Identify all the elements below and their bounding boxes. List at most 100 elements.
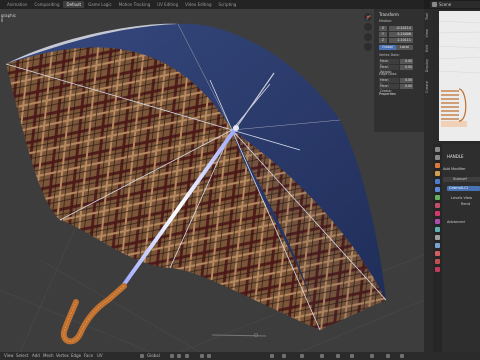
tab-edit[interactable]: Edit [425, 45, 432, 52]
properties-subpanel-header[interactable]: Properties [379, 92, 396, 96]
axis-z-label: Z [379, 38, 387, 43]
axis-x-value[interactable]: -0.24114 [389, 26, 413, 31]
menu-edge[interactable]: Edge [71, 352, 81, 360]
material-shading-icon[interactable] [320, 354, 324, 358]
modifiers-tab-icon[interactable] [435, 187, 440, 192]
vertex-bevel-row[interactable]: Mean Bevel: 0.00 [379, 59, 413, 68]
axis-y-value[interactable]: 0.24006 [389, 32, 413, 37]
menu-add[interactable]: Add [32, 352, 40, 360]
navigation-gizmo[interactable] [364, 13, 372, 21]
vertex-weight-label: Mean Weight: [379, 65, 399, 74]
tab-default[interactable]: Default [63, 1, 85, 8]
viewport-info: graphic ll [1, 13, 16, 23]
wrench-icon[interactable] [435, 235, 440, 240]
object-tab-icon[interactable] [435, 171, 440, 176]
vertex-bevel-value[interactable]: 0.00 [400, 59, 413, 64]
texture-tab-icon[interactable] [435, 211, 440, 216]
snap-target-icon[interactable] [185, 354, 189, 358]
shading-tab-icon[interactable] [435, 251, 440, 256]
scripts-tab-icon[interactable] [435, 243, 440, 248]
material-tab-icon[interactable] [435, 203, 440, 208]
pan-icon[interactable] [364, 33, 372, 41]
tab-create[interactable]: Create [425, 81, 432, 93]
object-name: HANDLE [447, 154, 464, 159]
xray-icon[interactable] [282, 354, 286, 358]
edge-bevel-value[interactable]: 0.00 [400, 78, 413, 83]
transform-orientation-dropdown[interactable]: Global [147, 352, 160, 360]
world-tab-icon[interactable] [435, 163, 440, 168]
scene-selector[interactable]: Scene [430, 1, 480, 8]
transform-x-row[interactable]: X -0.24114 [379, 26, 413, 31]
3d-viewport[interactable]: graphic ll [0, 9, 424, 352]
proportional-edit-icon[interactable] [177, 354, 181, 358]
blender-window: Animation Compositing Default Game Logic… [0, 0, 480, 360]
render-tab-icon[interactable] [435, 147, 440, 152]
add-modifier-button[interactable]: Add Modifier [443, 167, 466, 171]
transform-y-row[interactable]: Y 0.24006 [379, 32, 413, 37]
edge-crease-label: Mean Crease: [379, 84, 399, 93]
menu-select[interactable]: Select [16, 352, 28, 360]
tab-game-logic[interactable]: Game Logic [85, 1, 115, 8]
snap-icon[interactable] [170, 354, 174, 358]
tab-tool[interactable]: Tool [425, 13, 432, 20]
subdivision-type-label: Catmull-Cl [449, 186, 468, 190]
tab-display[interactable]: Display [425, 59, 432, 72]
texture-preview-image [439, 11, 480, 141]
edge-crease-row[interactable]: Mean Crease: 0.00 [379, 84, 413, 93]
local-button[interactable]: Local [396, 45, 413, 50]
tab-animation[interactable]: Animation [4, 1, 30, 8]
particles-tab-icon[interactable] [435, 219, 440, 224]
menu-face[interactable]: Face [84, 352, 93, 360]
tab-compositing[interactable]: Compositing [31, 1, 62, 8]
transform-z-row[interactable]: Z 2.10111 [379, 38, 413, 43]
viewport-info-line1: graphic [1, 13, 17, 18]
tab-video-editing[interactable]: Video Editing [182, 1, 214, 8]
menu-mesh[interactable]: Mesh [43, 352, 54, 360]
viewport-header: View Select Add Mesh Vertex Edge Face UV… [0, 352, 480, 360]
advanced-subpanel[interactable]: Advanced [447, 220, 465, 224]
edge-crease-value[interactable]: 0.00 [400, 84, 413, 89]
tab-motion-tracking[interactable]: Motion Tracking [116, 1, 153, 8]
tab-uv-editing[interactable]: UV Editing [154, 1, 181, 8]
data-tab-icon[interactable] [435, 195, 440, 200]
overlays-dropdown-icon[interactable] [400, 354, 404, 358]
solid-shading-icon[interactable] [300, 354, 304, 358]
vertex-weight-value[interactable]: 0.00 [400, 65, 413, 70]
edge-bevel-row[interactable]: Mean Bevel: 0.00 [379, 78, 413, 87]
tab-view[interactable]: View [425, 29, 432, 38]
transform-pivot-icon[interactable] [140, 354, 144, 358]
zoom-icon[interactable] [364, 23, 372, 31]
scene-icon [432, 2, 437, 7]
menu-uv[interactable]: UV [97, 352, 103, 360]
global-button[interactable]: Global [379, 45, 396, 50]
axis-y-label: Y [379, 32, 387, 37]
shading-options-icon[interactable] [350, 354, 354, 358]
modifier-name[interactable]: Subsurf [453, 177, 467, 182]
levels-viewport-label: Levels View [451, 196, 473, 200]
view-layer-tab-icon[interactable] [435, 259, 440, 264]
edge-select-icon[interactable] [207, 354, 211, 358]
vertex-select-icon[interactable] [200, 354, 204, 358]
properties-tab-column [433, 144, 442, 352]
camera-view-icon[interactable] [364, 43, 372, 51]
viewport-settings-icon[interactable] [386, 354, 390, 358]
constraints-tab-icon[interactable] [435, 179, 440, 184]
umbrella-render [0, 23, 424, 352]
tab-scripting[interactable]: Scripting [216, 1, 240, 8]
transform-header[interactable]: Transform [374, 9, 424, 19]
vertex-data-label: Vertex Data: [379, 53, 400, 57]
scene-tab-icon[interactable] [435, 155, 440, 160]
menu-vertex[interactable]: Vertex [56, 352, 69, 360]
axis-x-label: X [379, 26, 387, 31]
edge-bevel-label: Mean Bevel: [379, 78, 399, 87]
axis-z-value[interactable]: 2.10111 [389, 38, 413, 43]
sidebar-transform-panel: Transform Median: X -0.24114 Y 0.24006 Z… [374, 9, 424, 132]
physics-tab-icon[interactable] [435, 227, 440, 232]
edge-data-label: Edge Data: [379, 72, 398, 76]
vertex-weight-row[interactable]: Mean Weight: 0.00 [379, 65, 413, 74]
output-tab-icon[interactable] [435, 267, 440, 272]
overlay-icon[interactable] [270, 354, 274, 358]
gizmo-toggle-icon[interactable] [370, 354, 374, 358]
rendered-shading-icon[interactable] [336, 354, 340, 358]
menu-view[interactable]: View [4, 352, 14, 360]
